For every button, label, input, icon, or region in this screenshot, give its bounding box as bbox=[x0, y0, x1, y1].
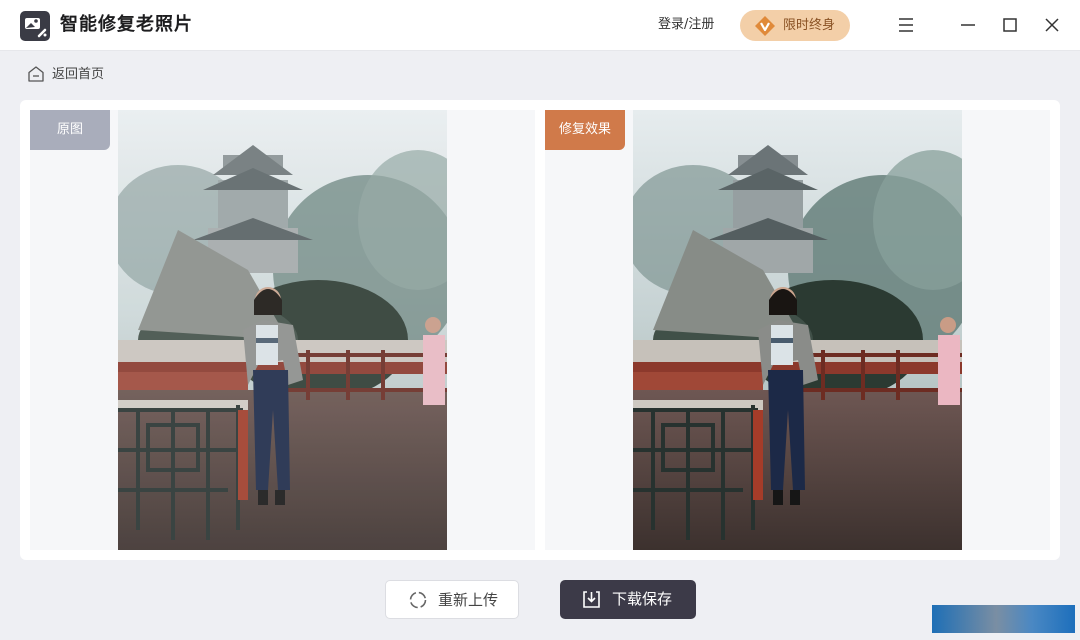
home-icon bbox=[28, 66, 44, 82]
reupload-button[interactable]: 重新上传 bbox=[385, 580, 519, 619]
download-save-button[interactable]: 下载保存 bbox=[560, 580, 696, 619]
v-diamond-icon bbox=[755, 16, 775, 36]
download-icon bbox=[583, 591, 600, 608]
close-icon[interactable] bbox=[1040, 13, 1064, 37]
title-bar: 智能修复老照片 登录/注册 限时终身 bbox=[0, 0, 1080, 51]
reupload-label: 重新上传 bbox=[438, 591, 499, 609]
restored-photo bbox=[633, 110, 962, 550]
hamburger-icon[interactable] bbox=[894, 13, 918, 37]
maximize-icon[interactable] bbox=[998, 13, 1022, 37]
vip-label: 限时终身 bbox=[783, 18, 836, 33]
original-photo bbox=[118, 110, 447, 550]
taskbar-edge-decoration bbox=[932, 605, 1075, 633]
comparison-card: 原图 修复效果 bbox=[20, 100, 1060, 560]
back-label: 返回首页 bbox=[52, 67, 105, 82]
result-tag: 修复效果 bbox=[545, 110, 625, 150]
photo-repair-app-icon bbox=[20, 11, 50, 41]
original-tag: 原图 bbox=[30, 110, 110, 150]
save-label: 下载保存 bbox=[612, 590, 673, 608]
minimize-icon[interactable] bbox=[956, 13, 980, 37]
original-panel: 原图 bbox=[30, 110, 535, 550]
result-panel: 修复效果 bbox=[545, 110, 1050, 550]
app-title: 智能修复老照片 bbox=[60, 14, 193, 35]
login-register-link[interactable]: 登录/注册 bbox=[658, 16, 714, 34]
refresh-icon bbox=[409, 591, 427, 609]
vip-lifetime-button[interactable]: 限时终身 bbox=[740, 10, 850, 41]
